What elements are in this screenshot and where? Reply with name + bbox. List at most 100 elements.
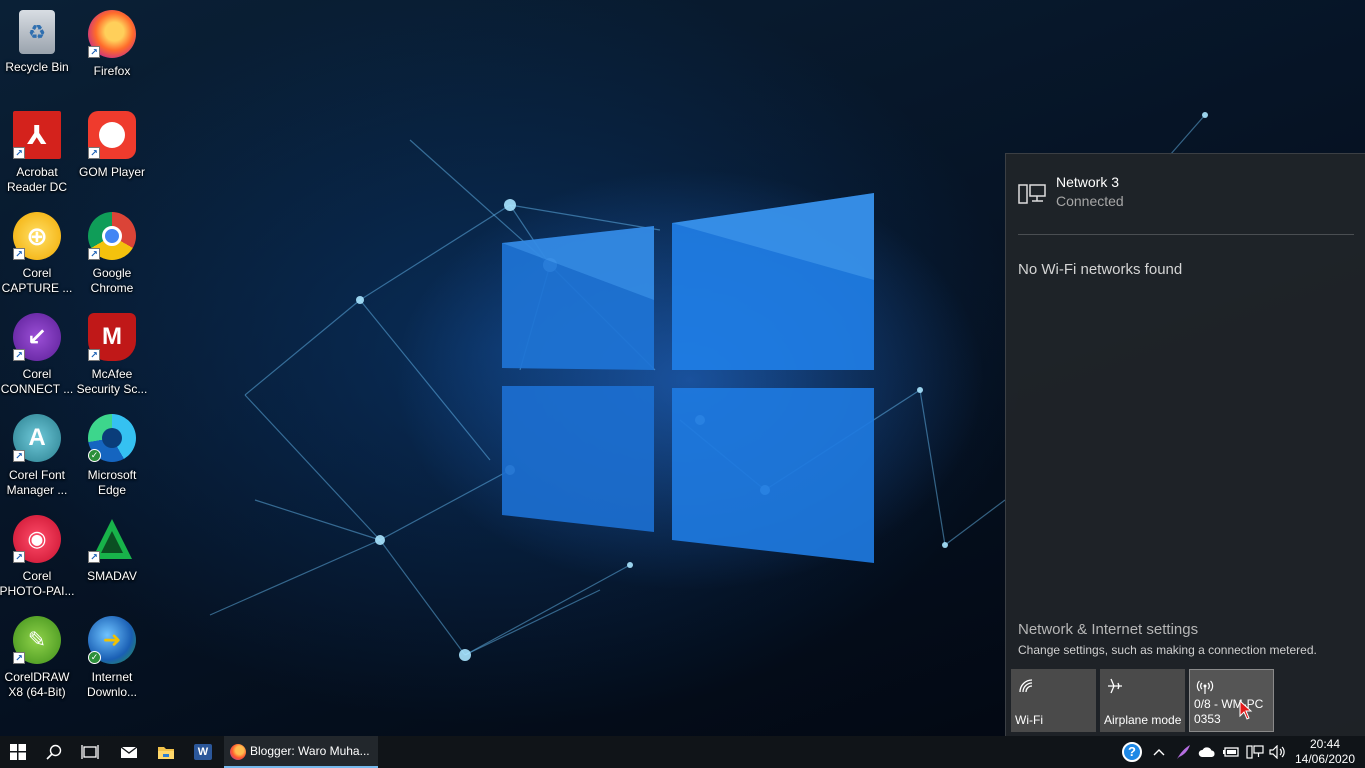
cloud-icon [1198,747,1215,757]
quick-action-label: 0/8 - WM-PC 0353 [1194,697,1264,726]
corel-capture-icon: ⊕ ↗ [13,212,61,260]
firefox-icon: ↗ [88,10,136,58]
desktop-icon-label: Corel CONNECT ... [0,367,74,396]
battery-tray-button[interactable] [1220,736,1242,768]
chrome-icon: ↗ [88,212,136,260]
desktop-icon-firefox[interactable]: ↗ Firefox [75,6,149,102]
shortcut-arrow-icon: ↗ [88,147,100,159]
search-button[interactable] [36,736,72,768]
search-icon [46,744,62,760]
mouse-cursor-icon [1239,700,1253,720]
pen-tray-button[interactable] [1172,736,1194,768]
flyout-divider [1018,234,1354,235]
corel-connect-icon: ↙ ↗ [13,313,61,361]
gom-player-icon: ↗ [88,111,136,159]
desktop-icon-label: Acrobat Reader DC [6,165,68,194]
mail-icon [120,746,138,758]
start-button[interactable] [0,736,36,768]
battery-icon [1223,747,1239,757]
windows-start-icon [10,744,26,760]
taskbar-clock[interactable]: 20:44 14/06/2020 [1290,737,1360,767]
desktop-icon-internet-download-manager[interactable]: ➜ ✓ Internet Downlo... [75,612,149,708]
clock-time: 20:44 [1309,737,1341,751]
desktop-icon-recycle-bin[interactable]: ♻ Recycle Bin [0,6,74,102]
mcafee-icon: M ↗ [88,313,136,361]
desktop-icon-gom-player[interactable]: ↗ GOM Player [75,107,149,203]
taskbar: W Blogger: Waro Muha... ? 20:44 14/06/20… [0,736,1365,768]
desktop-icon-label: Microsoft Edge [87,468,137,497]
network-settings-description: Change settings, such as making a connec… [1018,643,1317,657]
no-wifi-message: No Wi-Fi networks found [1018,261,1183,278]
shortcut-arrow-icon: ↗ [13,450,25,462]
corel-photo-paint-icon: ◉ ↗ [13,515,61,563]
shortcut-arrow-icon: ↗ [13,551,25,563]
shortcut-arrow-icon: ↗ [13,349,25,361]
desktop-icon-acrobat[interactable]: ⅄ ↗ Acrobat Reader DC [0,107,74,203]
help-tray-button[interactable]: ? [1120,736,1144,768]
network-item-network-3[interactable]: Network 3 Connected [1018,172,1354,222]
shortcut-arrow-icon: ↗ [13,147,25,159]
desktop-icon-corel-font-manager[interactable]: A ↗ Corel Font Manager ... [0,410,74,506]
show-hidden-icons-button[interactable] [1148,736,1170,768]
desktop-icon-coreldraw[interactable]: ✎ ↗ CorelDRAW X8 (64-Bit) [0,612,74,708]
quick-action-label: Airplane mode [1104,713,1182,727]
clock-date: 14/06/2020 [1294,752,1356,766]
internet-download-manager-icon: ➜ ✓ [88,616,136,664]
desktop-icon-label: McAfee Security Sc... [76,367,148,396]
sync-check-icon: ✓ [88,651,101,664]
desktop-icon-label: Firefox [93,64,131,78]
desktop-icon-mcafee[interactable]: M ↗ McAfee Security Sc... [75,309,149,405]
shortcut-arrow-icon: ↗ [13,652,25,664]
desktop-icon-smadav[interactable]: ↗ SMADAV [75,511,149,607]
desktop-icon-corel-photo-paint[interactable]: ◉ ↗ Corel PHOTO-PAI... [0,511,74,607]
word-button[interactable]: W [185,736,221,768]
volume-tray-button[interactable] [1267,736,1289,768]
desktop-icon-chrome[interactable]: ↗ Google Chrome [75,208,149,304]
desktop-icon-label: Corel Font Manager ... [6,468,68,497]
shortcut-arrow-icon: ↗ [88,349,100,361]
desktop-icon-label: CorelDRAW X8 (64-Bit) [4,670,70,699]
onedrive-tray-button[interactable] [1196,736,1218,768]
network-name: Network 3 [1056,174,1120,190]
desktop-icon-label: SMADAV [87,569,137,583]
desktop-icon-label: Corel CAPTURE ... [1,266,73,295]
network-ethernet-icon [1246,745,1264,759]
firefox-icon [230,744,246,760]
mobile-hotspot-icon [1196,680,1214,694]
shortcut-arrow-icon: ↗ [88,248,100,260]
task-view-icon [81,745,99,759]
network-status: Connected [1056,193,1124,209]
network-tray-button[interactable] [1244,736,1266,768]
mail-button[interactable] [111,736,147,768]
word-icon: W [194,744,212,760]
smadav-icon: ↗ [88,515,136,563]
desktop-icon-label: GOM Player [78,165,145,179]
quick-action-airplane-mode[interactable]: Airplane mode [1100,669,1185,732]
quick-action-label: Wi-Fi [1015,713,1043,727]
edge-icon: ✓ [88,414,136,462]
chevron-up-icon [1153,749,1165,756]
desktop-icon-label: Internet Downlo... [86,670,138,699]
network-settings-link[interactable]: Network & Internet settings [1018,621,1198,638]
desktop-icon-edge[interactable]: ✓ Microsoft Edge [75,410,149,506]
desktop-icon-corel-connect[interactable]: ↙ ↗ Corel CONNECT ... [0,309,74,405]
airplane-icon [1108,678,1122,694]
quick-action-mobile-hotspot[interactable]: 0/8 - WM-PC 0353 [1189,669,1274,732]
acrobat-icon: ⅄ ↗ [13,111,61,159]
shortcut-arrow-icon: ↗ [13,248,25,260]
wifi-icon [1019,679,1033,693]
ethernet-pc-icon [1018,184,1046,204]
task-view-button[interactable] [72,736,108,768]
desktop-icon-label: Google Chrome [90,266,134,295]
quick-action-wifi[interactable]: Wi-Fi [1011,669,1096,732]
corel-font-manager-icon: A ↗ [13,414,61,462]
speaker-icon [1269,745,1285,759]
taskbar-task-firefox-blogger[interactable]: Blogger: Waro Muha... [224,736,378,768]
file-explorer-button[interactable] [148,736,184,768]
desktop-icon-corel-capture[interactable]: ⊕ ↗ Corel CAPTURE ... [0,208,74,304]
desktop-icon-label: Corel PHOTO-PAI... [0,569,75,598]
folder-icon [158,746,174,759]
shortcut-arrow-icon: ↗ [88,551,100,563]
shortcut-arrow-icon: ↗ [88,46,100,58]
taskbar-task-label: Blogger: Waro Muha... [250,744,370,758]
